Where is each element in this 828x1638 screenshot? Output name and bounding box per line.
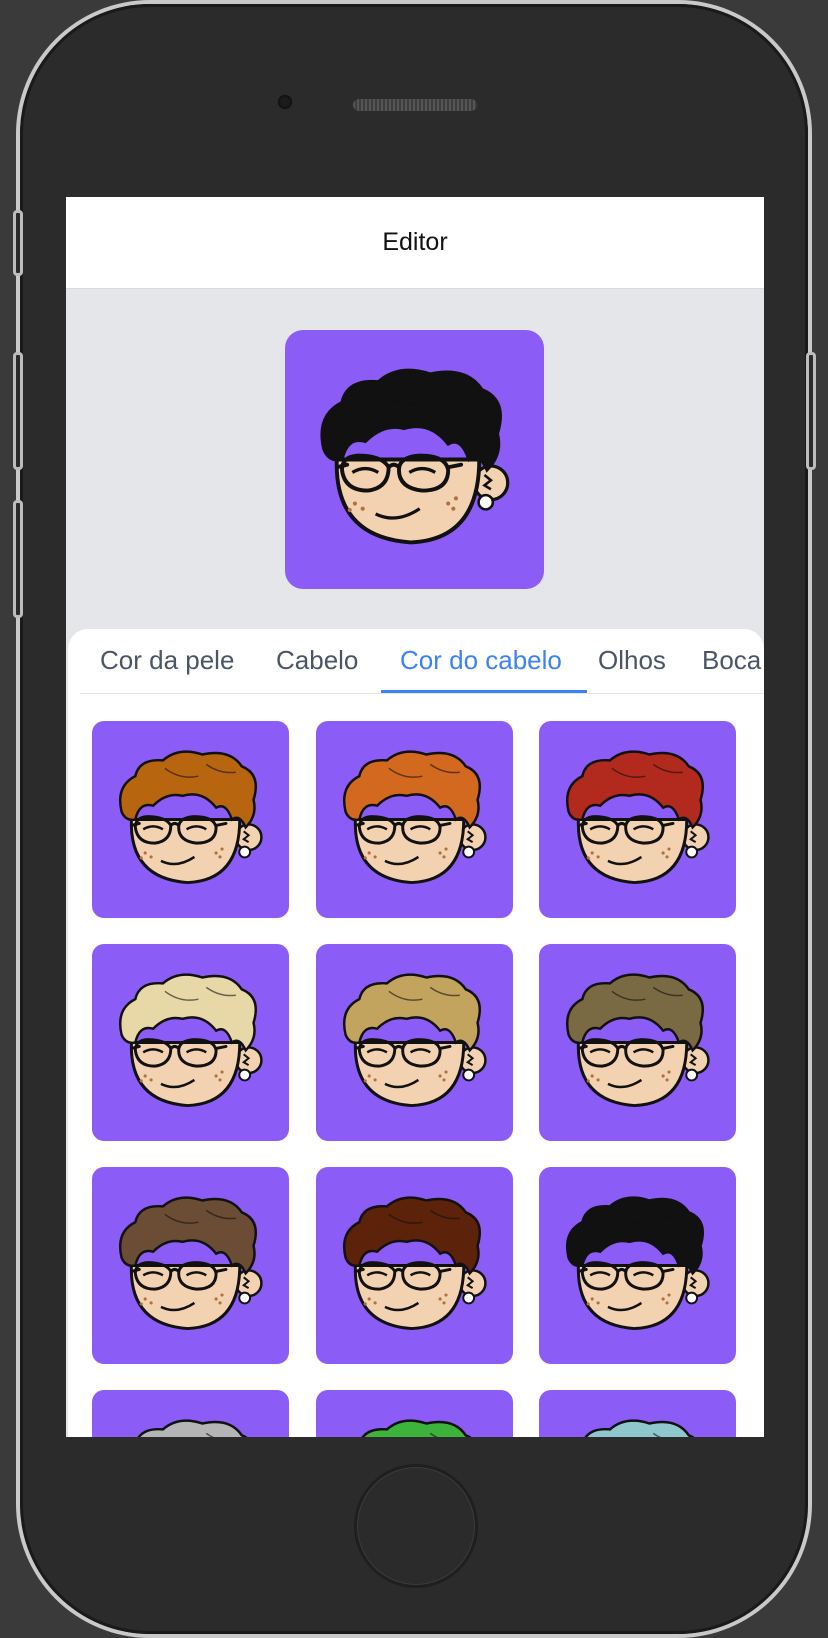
tab-cabelo[interactable]: Cabelo: [276, 645, 358, 676]
hair-color-option[interactable]: [316, 1167, 513, 1364]
mute-switch: [13, 210, 23, 276]
avatar-face-illustration: [320, 368, 510, 545]
avatar-preview: [285, 330, 544, 589]
avatar-face-illustration: [565, 1196, 710, 1331]
home-button[interactable]: [354, 1464, 478, 1588]
category-tabs: Cor da pele Cabelo Cor do cabelo Olhos B…: [80, 629, 764, 694]
earpiece-speaker: [353, 99, 477, 111]
hair-color-option[interactable]: [316, 944, 513, 1141]
avatar-face-illustration: [565, 973, 710, 1108]
avatar-face-illustration: [361, 1419, 472, 1437]
avatar-face-illustration: [118, 973, 263, 1108]
hair-color-option[interactable]: [316, 721, 513, 918]
app-screen: Editor Cor da pele Cabelo Cor do cabelo …: [66, 197, 764, 1437]
hair-color-option[interactable]: [539, 944, 736, 1141]
hair-color-option[interactable]: [539, 721, 736, 918]
hair-color-option[interactable]: [539, 1390, 736, 1437]
avatar-face-illustration: [118, 750, 263, 885]
hair-color-option[interactable]: [92, 944, 289, 1141]
hair-color-option[interactable]: [92, 1167, 289, 1364]
avatar-face-illustration: [342, 1196, 487, 1331]
tab-cor-do-cabelo[interactable]: Cor do cabelo: [400, 645, 562, 676]
front-camera: [278, 95, 292, 109]
tab-cor-da-pele[interactable]: Cor da pele: [100, 645, 234, 676]
hair-color-option[interactable]: [92, 721, 289, 918]
avatar-face-illustration: [342, 973, 487, 1108]
tab-olhos[interactable]: Olhos: [598, 645, 666, 676]
options-panel: Cor da pele Cabelo Cor do cabelo Olhos B…: [68, 629, 764, 1437]
page-title: Editor: [382, 228, 448, 256]
avatar-face-illustration: [118, 1196, 263, 1331]
avatar-face-illustration: [584, 1419, 695, 1437]
tab-boca[interactable]: Boca: [702, 645, 761, 676]
avatar-face-illustration: [342, 750, 487, 885]
hair-color-option[interactable]: [539, 1167, 736, 1364]
top-bar: Editor: [66, 197, 764, 289]
active-tab-indicator: [381, 690, 587, 693]
hair-color-option[interactable]: [316, 1390, 513, 1437]
hair-color-option[interactable]: [92, 1390, 289, 1437]
avatar-face-illustration: [565, 750, 710, 885]
power-button: [806, 352, 816, 470]
volume-down-button: [13, 500, 23, 618]
avatar-face-illustration: [137, 1419, 248, 1437]
volume-up-button: [13, 352, 23, 470]
